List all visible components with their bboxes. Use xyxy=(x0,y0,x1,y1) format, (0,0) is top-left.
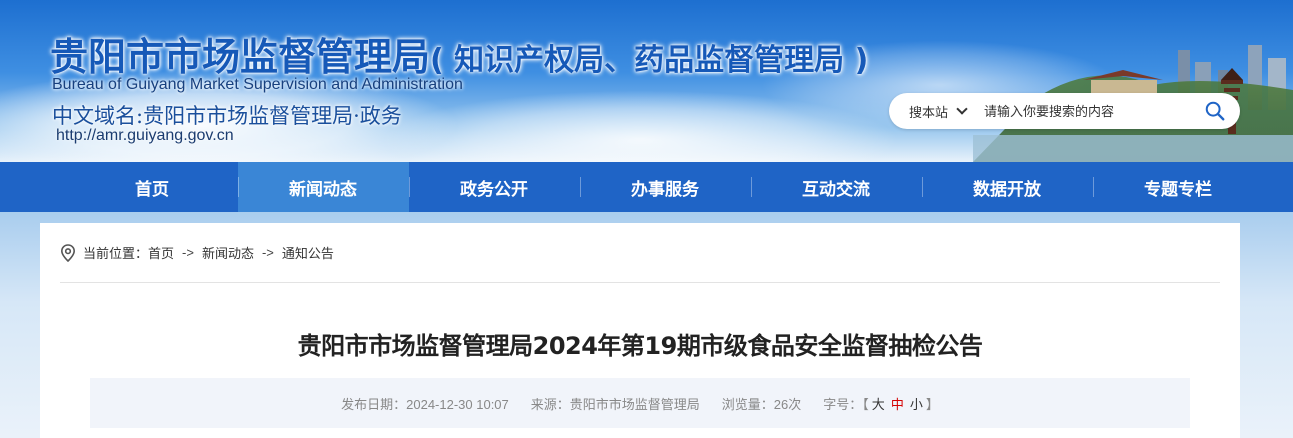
font-size-large-button[interactable]: 大 xyxy=(872,397,885,412)
nav-item-special-topics[interactable]: 专题专栏 xyxy=(1092,162,1264,212)
nav-item-government-affairs[interactable]: 政务公开 xyxy=(408,162,580,212)
breadcrumb-separator: -> xyxy=(261,245,274,260)
nav-item-interaction[interactable]: 互动交流 xyxy=(750,162,922,212)
site-title-subtitle: ( 知识产权局、药品监督管理局 ) xyxy=(430,43,869,78)
breadcrumb-prefix: 当前位置： xyxy=(83,246,149,261)
font-size-bracket-close: 】 xyxy=(925,396,939,412)
article-title: 贵阳市市场监督管理局2024年第19期市级食品安全监督抽检公告 xyxy=(297,332,983,360)
font-size-small-button[interactable]: 小 xyxy=(910,397,923,412)
font-size-medium-button[interactable]: 中 xyxy=(891,397,904,412)
breadcrumb-separator: -> xyxy=(182,245,194,260)
publish-date: 发布日期：2024-12-30 10:07 xyxy=(341,396,509,412)
search-scope-label: 搜本站 xyxy=(909,104,949,120)
main-nav: 首页 新闻动态 政务公开 办事服务 互动交流 数据开放 专题专栏 xyxy=(0,162,1293,212)
search-input[interactable] xyxy=(984,103,1185,119)
breadcrumb: 当前位置： 首页 -> 新闻动态 -> 通知公告 xyxy=(60,243,334,262)
font-size-control: 字号：【大中小】 xyxy=(823,394,939,413)
search-icon[interactable] xyxy=(1204,100,1226,122)
site-title-english: Bureau of Guiyang Market Supervision and… xyxy=(52,76,463,93)
breadcrumb-notices[interactable]: 通知公告 xyxy=(282,243,334,262)
view-count: 浏览量：26次 xyxy=(721,396,802,412)
article-source: 来源：贵阳市市场监督管理局 xyxy=(530,396,700,412)
font-size-label: 字号： xyxy=(823,396,863,412)
chevron-down-icon xyxy=(956,102,968,115)
breadcrumb-home[interactable]: 首页 xyxy=(148,243,174,262)
nav-item-open-data[interactable]: 数据开放 xyxy=(921,162,1093,212)
site-url: http://amr.guiyang.gov.cn xyxy=(56,127,234,144)
location-pin-icon xyxy=(60,243,76,262)
article-meta: 发布日期：2024-12-30 10:07 来源：贵阳市市场监督管理局 浏览量：… xyxy=(90,378,1190,428)
search-scope-select[interactable]: 搜本站 xyxy=(909,102,968,121)
content-card: 当前位置： 首页 -> 新闻动态 -> 通知公告 贵阳市市场监督管理局2024年… xyxy=(40,223,1240,438)
search-bar: 搜本站 xyxy=(889,93,1240,129)
nav-item-home[interactable]: 首页 xyxy=(67,162,238,212)
breadcrumb-divider xyxy=(60,282,1220,283)
nav-item-services[interactable]: 办事服务 xyxy=(579,162,751,212)
font-size-bracket-open: 【 xyxy=(862,396,869,412)
chinese-domain-name: 中文域名:贵阳市市场监督管理局·政务 xyxy=(52,104,402,128)
header-banner: 贵阳市市场监督管理局( 知识产权局、药品监督管理局 ) Bureau of Gu… xyxy=(0,0,1293,162)
breadcrumb-news[interactable]: 新闻动态 xyxy=(202,243,254,262)
nav-item-news[interactable]: 新闻动态 xyxy=(237,162,409,212)
site-title: 贵阳市市场监督管理局( 知识产权局、药品监督管理局 ) xyxy=(50,35,869,79)
